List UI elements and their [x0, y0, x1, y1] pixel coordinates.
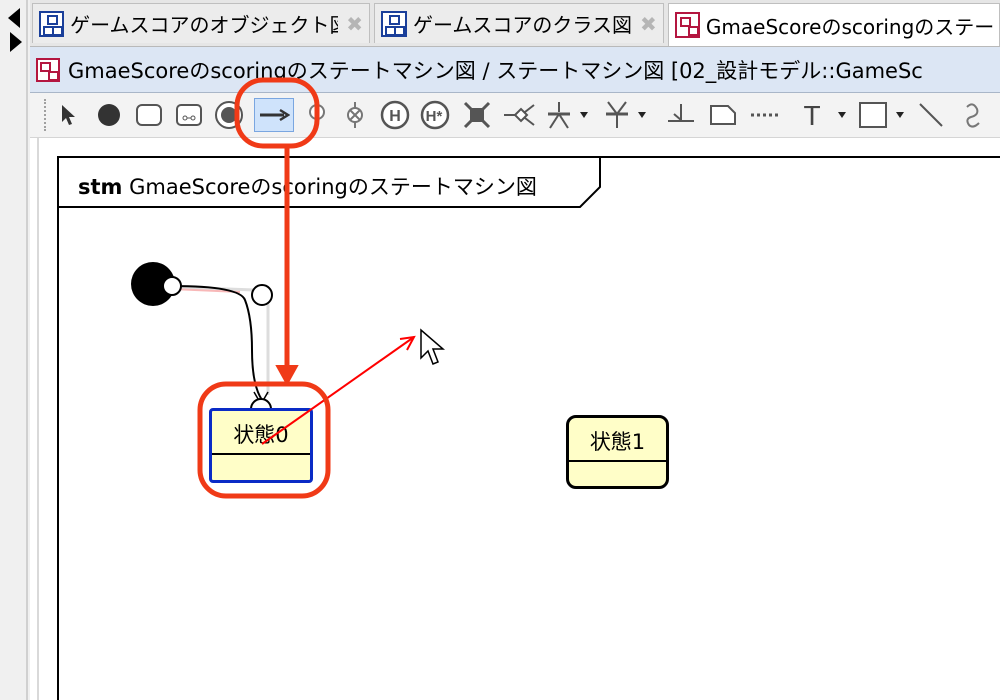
callout-arrowhead: [275, 365, 299, 387]
highlight-state-0: [197, 381, 331, 499]
transition-drag-arrowhead: [399, 335, 416, 351]
mouse-cursor-icon: [420, 328, 446, 365]
annotation-layer: [197, 77, 446, 499]
highlight-transition-tool: [234, 77, 320, 149]
